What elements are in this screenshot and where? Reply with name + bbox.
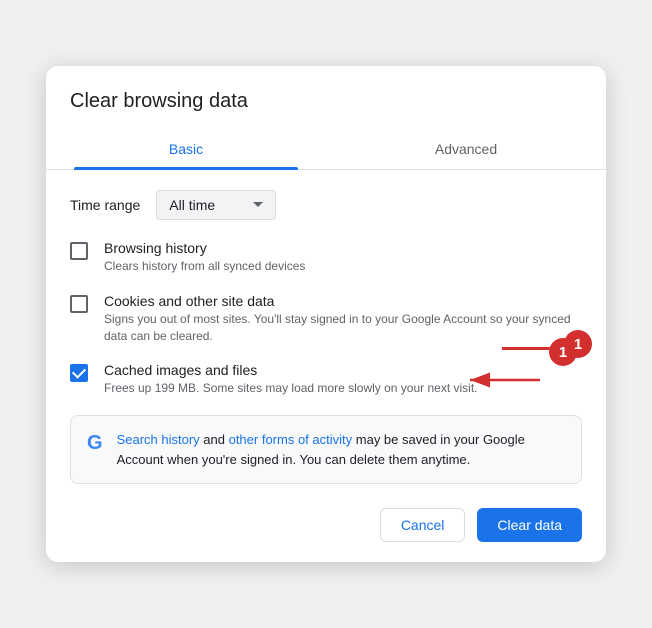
browsing-history-item: Browsing history Clears history from all…: [70, 240, 582, 275]
cached-item: Cached images and files Frees up 199 MB.…: [70, 362, 582, 397]
browsing-history-title: Browsing history: [104, 240, 582, 256]
browsing-history-checkbox[interactable]: [70, 242, 88, 260]
red-arrow-icon: [462, 370, 542, 390]
cookies-checkbox[interactable]: [70, 295, 88, 313]
tabs-bar: Basic Advanced: [46, 129, 606, 170]
cached-title: Cached images and files: [104, 362, 257, 378]
time-range-value: All time: [169, 197, 245, 213]
dialog-body: Time range All time Browsing history Cle…: [46, 170, 606, 484]
time-range-select[interactable]: All time: [156, 190, 276, 220]
cached-checkbox-wrapper[interactable]: [70, 364, 88, 382]
time-range-label: Time range: [70, 197, 140, 213]
dialog-title: Clear browsing data: [46, 90, 606, 129]
browsing-history-desc: Clears history from all synced devices: [104, 258, 582, 275]
cached-checkbox[interactable]: [70, 364, 88, 382]
time-range-row: Time range All time: [70, 190, 582, 220]
annotation-badge: 1: [564, 330, 592, 358]
cookies-title: Cookies and other site data: [104, 293, 582, 309]
cookies-checkbox-wrapper[interactable]: [70, 295, 88, 313]
clear-data-button[interactable]: Clear data: [477, 508, 582, 542]
browsing-history-text: Browsing history Clears history from all…: [104, 240, 582, 275]
cancel-button[interactable]: Cancel: [380, 508, 466, 542]
browsing-history-checkbox-wrapper[interactable]: [70, 242, 88, 260]
info-text: Search history and other forms of activi…: [117, 430, 565, 469]
clear-browsing-data-dialog: Clear browsing data Basic Advanced Time …: [46, 66, 606, 562]
dropdown-arrow-icon: [253, 202, 263, 207]
tab-advanced[interactable]: Advanced: [326, 129, 606, 169]
info-box: G Search history and other forms of acti…: [70, 415, 582, 484]
google-g-icon: G: [87, 432, 103, 455]
annotation-group: 1: [502, 330, 592, 358]
dialog-footer: Cancel Clear data: [46, 492, 606, 562]
tab-basic[interactable]: Basic: [46, 129, 326, 169]
other-forms-link[interactable]: other forms of activity: [229, 432, 353, 447]
search-history-link[interactable]: Search history: [117, 432, 200, 447]
info-text-middle: and: [203, 432, 228, 447]
